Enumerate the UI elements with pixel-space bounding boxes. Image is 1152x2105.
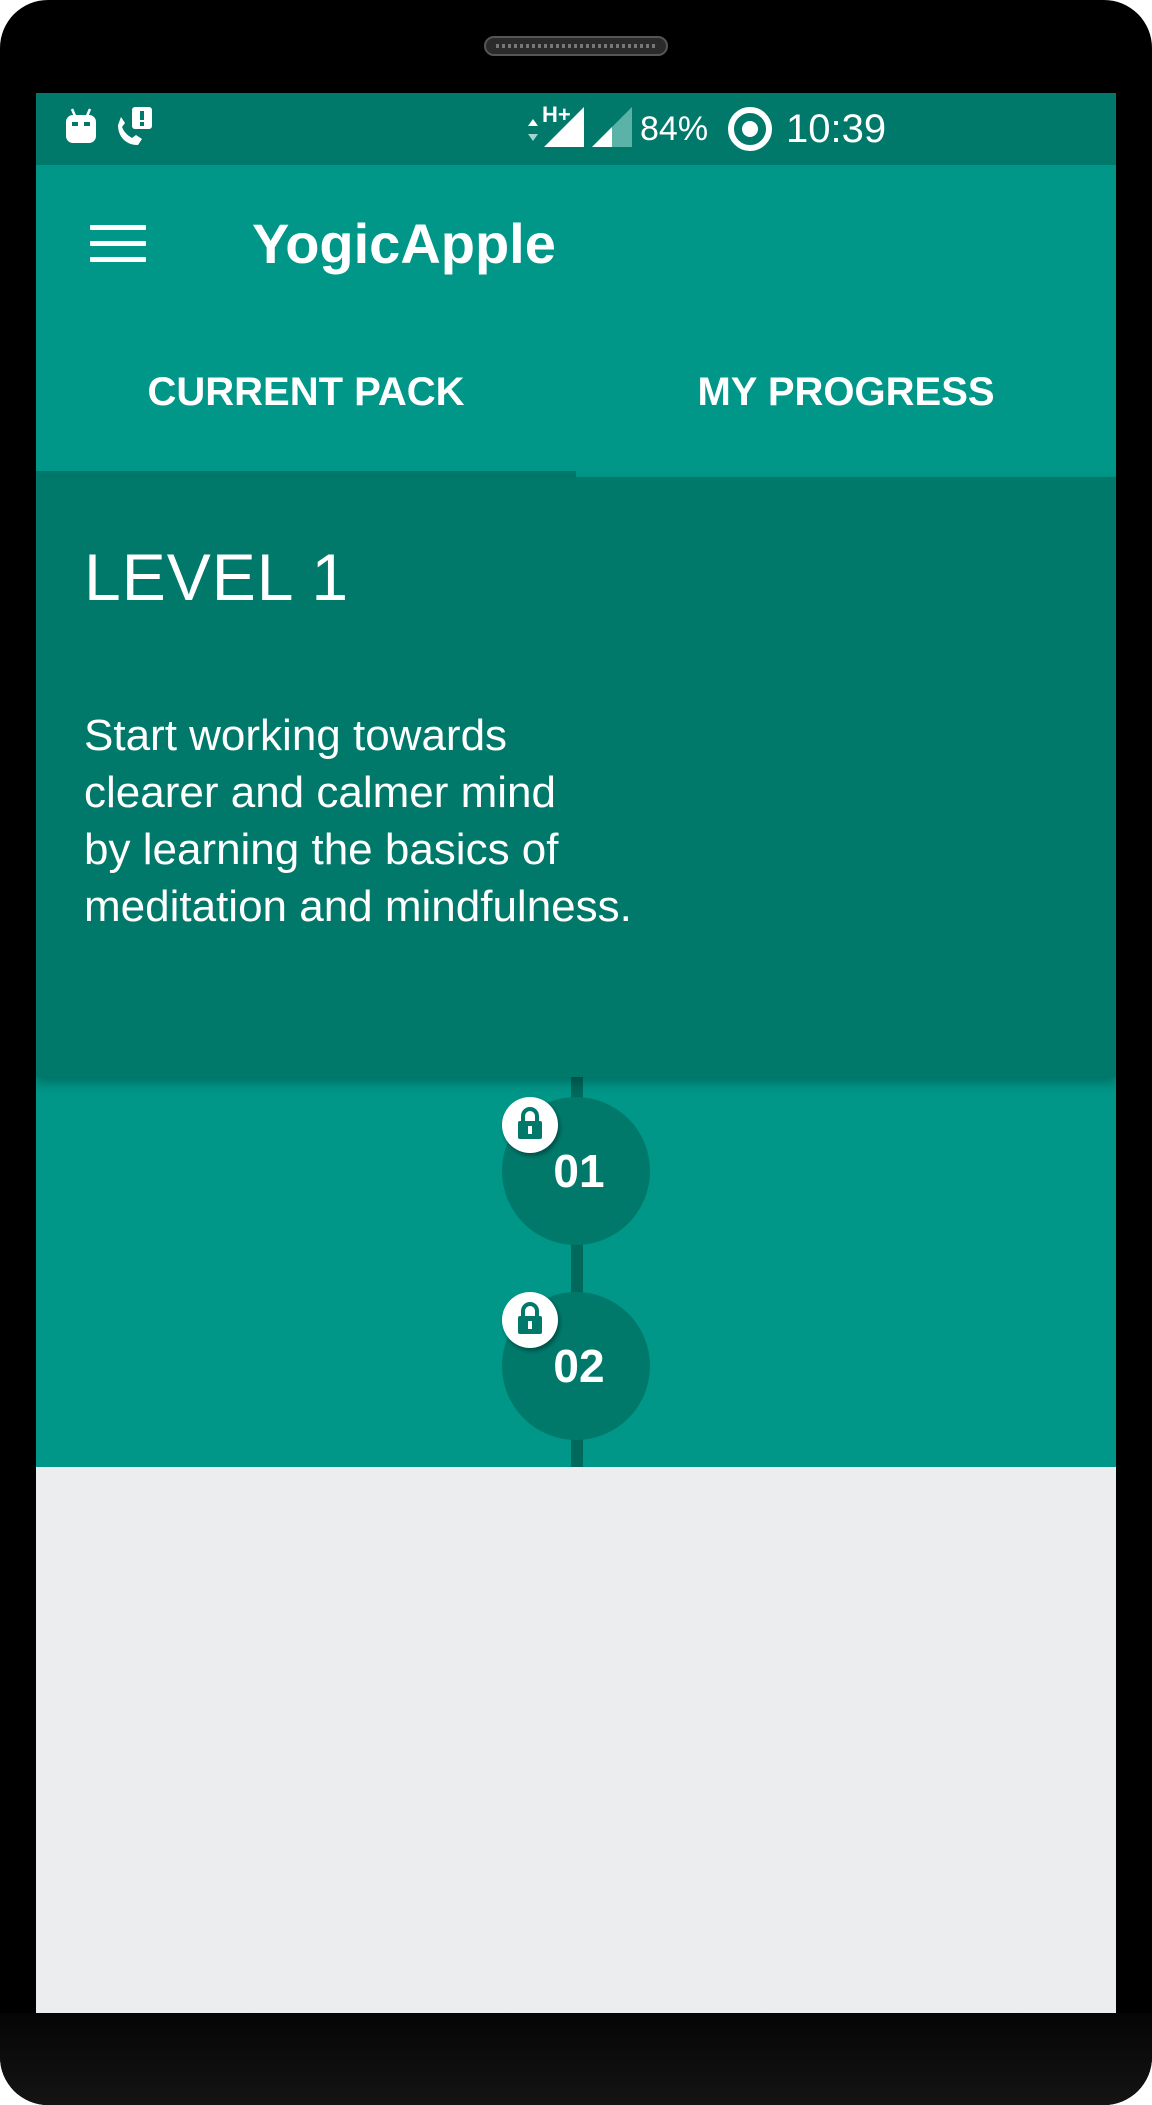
phone-frame: H+ 84% 10:39 YogicApple CURRENT PACK MY … bbox=[0, 0, 1152, 2105]
phone-speaker bbox=[484, 36, 668, 56]
screen: H+ 84% 10:39 YogicApple CURRENT PACK MY … bbox=[36, 93, 1116, 2013]
lock-icon bbox=[502, 1097, 558, 1153]
level-description-line: meditation and mindfulness. bbox=[84, 882, 632, 931]
tab-bar: CURRENT PACK MY PROGRESS bbox=[36, 322, 1116, 477]
data-activity-icon bbox=[526, 115, 540, 150]
hamburger-menu-icon[interactable] bbox=[76, 205, 152, 281]
status-bar: H+ 84% 10:39 bbox=[36, 93, 1116, 165]
signal-strength-icon bbox=[542, 105, 586, 154]
level-description-line: Start working towards bbox=[84, 711, 508, 760]
battery-percent: 84% bbox=[640, 110, 709, 148]
lock-icon bbox=[502, 1292, 558, 1348]
session-timeline: 01 02 bbox=[36, 1077, 1116, 1467]
phone-bottom-bezel bbox=[0, 2013, 1152, 2105]
battery-ring-icon bbox=[726, 105, 774, 158]
tab-current-pack[interactable]: CURRENT PACK bbox=[36, 322, 576, 477]
level-description-line: clearer and calmer mind bbox=[84, 768, 556, 817]
app-bar: YogicApple bbox=[36, 165, 1116, 322]
level-description: Start working towards clearer and calmer… bbox=[84, 707, 704, 935]
missed-call-alert-icon bbox=[114, 105, 158, 154]
tab-my-progress[interactable]: MY PROGRESS bbox=[576, 322, 1116, 477]
level-description-line: by learning the basics of bbox=[84, 825, 559, 874]
level-title: LEVEL 1 bbox=[84, 540, 350, 614]
android-debug-icon bbox=[64, 107, 98, 152]
signal-strength-secondary-icon bbox=[590, 105, 634, 154]
app-title: YogicApple bbox=[252, 212, 556, 275]
level-card: LEVEL 1 Start working towards clearer an… bbox=[36, 477, 1116, 1077]
clock: 10:39 bbox=[786, 107, 887, 151]
empty-content-area bbox=[36, 1467, 1116, 2013]
